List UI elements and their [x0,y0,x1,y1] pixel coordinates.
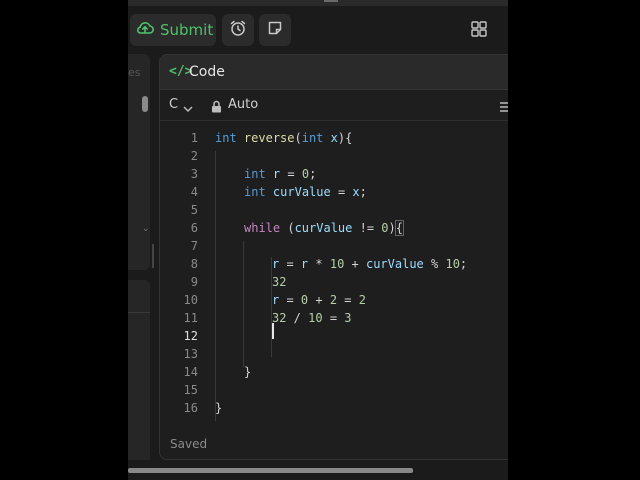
token: curValue [294,221,353,235]
token: 10 [445,257,460,271]
line-number: 11 [183,311,198,325]
line-number: 10 [183,293,198,307]
line-number: 15 [183,383,198,397]
auto-mode-toggle[interactable]: Auto [228,97,258,112]
testcase-panel [128,280,150,460]
token: r [272,167,281,181]
line-number: 1 [190,131,198,145]
token: x [330,131,338,145]
token: r [272,257,280,271]
token: reverse [243,131,295,145]
line-text: } [215,401,223,415]
token: x [352,185,360,199]
line-number: 9 [190,275,198,289]
token: 3 [344,311,352,325]
token: r [272,293,280,307]
token: { [394,220,405,236]
panel-divider [128,312,150,313]
line-text: int curValue = x; [244,185,367,199]
layout-grid-icon[interactable] [470,20,488,42]
code-panel: </> Code C Auto 1 int reverse(int x){2 … [159,54,508,460]
line-text: while (curValue != 0){ [244,220,405,236]
token: int [215,131,237,145]
description-tab-partial[interactable]: es [128,66,141,79]
token: 0 [300,293,309,307]
line-number: 13 [183,347,198,361]
line-number: 6 [190,221,198,235]
save-status: Saved [170,437,208,451]
notes-button[interactable] [259,14,291,46]
token: 2 [329,293,338,307]
line-number: 4 [190,185,198,199]
line-text: 32 [272,275,287,289]
language-select[interactable]: C [169,97,178,112]
chevron-down-icon[interactable]: ⌄ [142,224,150,234]
line-text: r = r * 10 + curValue % 10; [272,257,468,271]
token: 0 [381,221,389,235]
menu-icon[interactable] [500,98,508,117]
submit-button[interactable]: Submit [130,14,216,46]
text-cursor [272,323,274,339]
chevron-down-icon[interactable] [182,99,194,118]
token: 10 [308,311,323,325]
line-text: 32 / 10 = 3 [272,311,352,325]
token: 0 [301,167,310,181]
note-icon [267,20,283,40]
line-number: 12 [183,329,198,343]
line-number: 8 [190,257,198,271]
alarm-clock-icon [229,19,247,41]
line-number: 5 [190,203,198,217]
token: curValue [272,185,331,199]
line-number: 7 [190,239,198,253]
code-panel-title: Code [189,64,225,80]
code-editor[interactable]: 1 int reverse(int x){ 2 3 int r = 0; 4 int … [160,121,508,431]
top-strip [128,0,508,6]
token: int [244,167,266,181]
token: int [244,185,266,199]
editor-toolbar: C Auto [160,90,508,121]
token: 32 [272,311,287,325]
description-scrollbar[interactable] [142,96,148,112]
line-number: 2 [190,149,198,163]
line-text: } [244,365,252,379]
token: r [300,257,309,271]
indent-guide [243,241,244,367]
token: int [301,131,324,145]
token: 2 [358,293,366,307]
token: 10 [329,257,345,271]
panel-resize-handle[interactable] [152,244,154,268]
upload-cloud-icon [136,20,154,40]
token: while [244,221,281,235]
description-panel: es ⌄ [128,54,150,270]
app-window: Submit es ⌄ </> Code C Auto 1 int revers… [128,0,508,480]
submit-label: Submit [160,21,214,39]
line-text: int reverse(int x){ [215,131,353,145]
code-panel-header: </> Code [160,55,508,90]
line-number: 3 [190,167,198,181]
timer-button[interactable] [222,14,254,46]
lock-icon [211,98,222,117]
horizontal-scrollbar[interactable] [128,468,413,473]
line-text: r = 0 + 2 = 2 [272,293,366,307]
line-number: 14 [183,365,198,379]
line-text: int r = 0; [244,167,317,181]
token: curValue [365,257,424,271]
line-number: 16 [183,401,198,415]
indent-guide [215,151,216,421]
top-drag-handle[interactable] [324,0,338,2]
